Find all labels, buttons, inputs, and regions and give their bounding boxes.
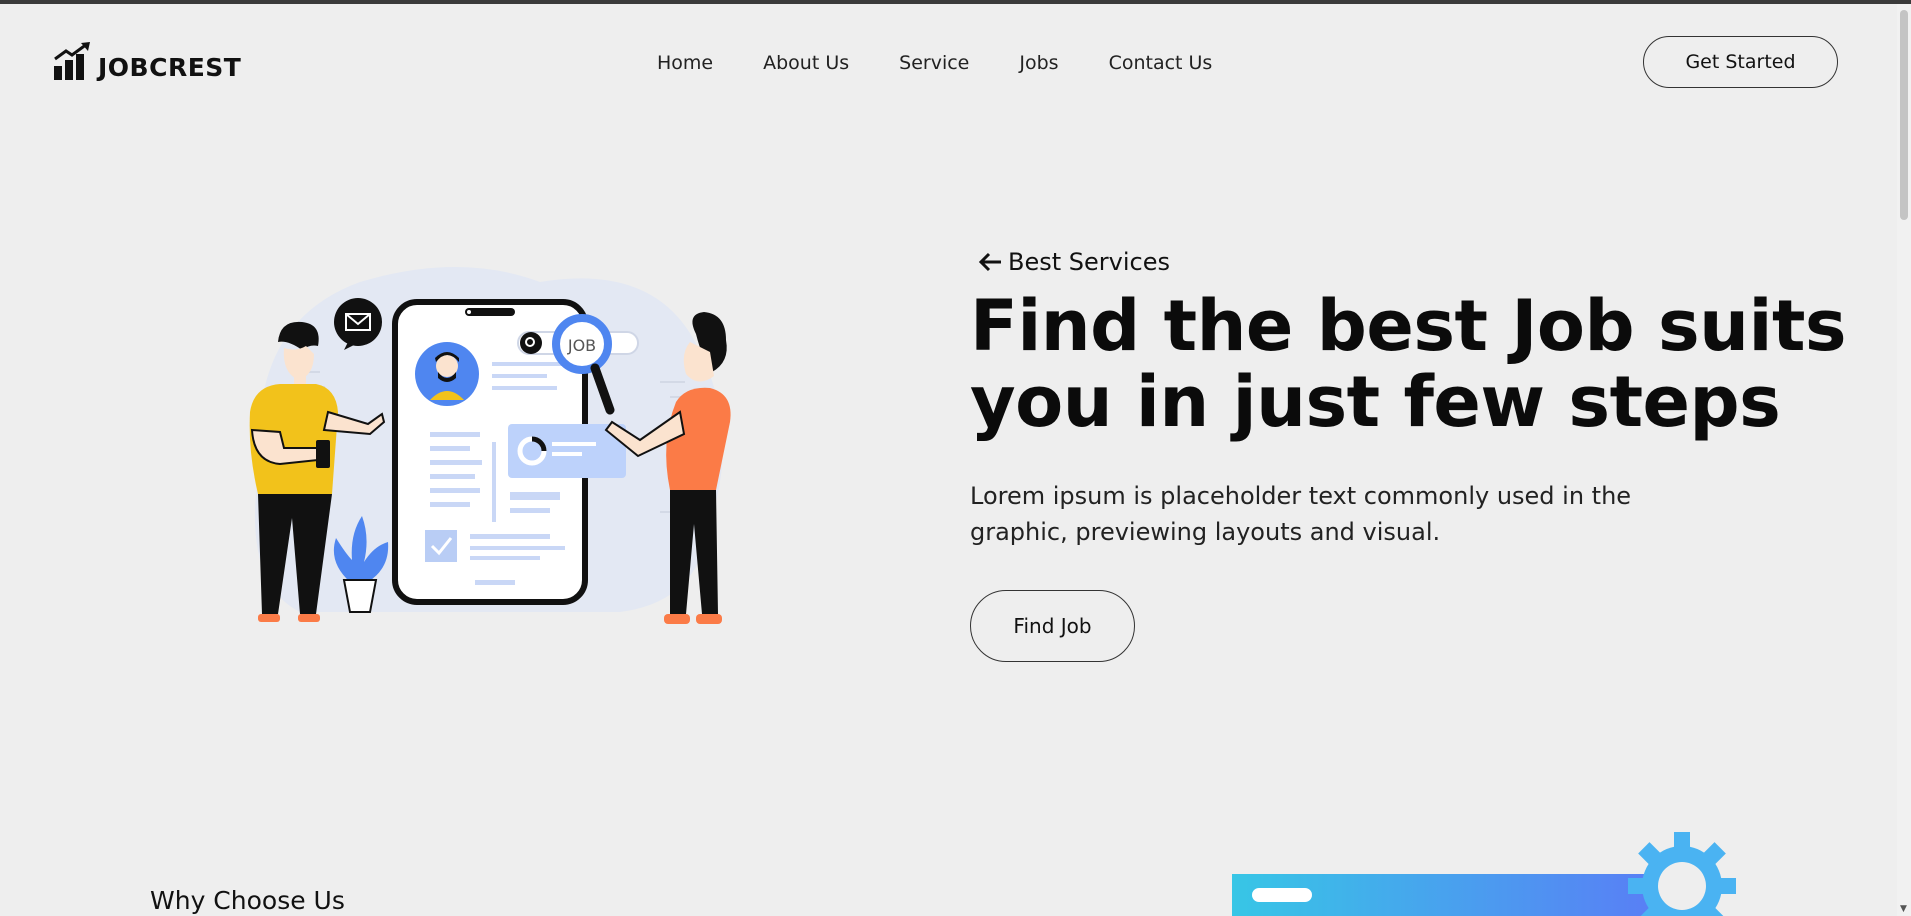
- bar-chart-growth-icon: [54, 42, 90, 80]
- tagline: Best Services: [978, 248, 1850, 276]
- hero-section: Best Services Find the best Job suits yo…: [970, 248, 1850, 662]
- site-header: JOBCREST Home About Us Service Jobs Cont…: [0, 4, 1897, 122]
- arrow-left-icon: [978, 252, 1001, 272]
- get-started-button[interactable]: Get Started: [1643, 36, 1838, 88]
- nav-home[interactable]: Home: [657, 52, 713, 74]
- job-search-illustration: JOB: [249, 267, 731, 624]
- page-scrollbar[interactable]: ▼: [1897, 4, 1911, 916]
- hero-illustration: JOB: [240, 262, 740, 642]
- nav-contact-us[interactable]: Contact Us: [1109, 52, 1213, 74]
- tagline-text: Best Services: [1008, 248, 1170, 276]
- settings-window-illustration: [1232, 832, 1736, 916]
- search-badge-text: JOB: [567, 336, 596, 355]
- nav-service[interactable]: Service: [899, 52, 969, 74]
- hero-description: Lorem ipsum is placeholder text commonly…: [970, 482, 1632, 546]
- brand-name: JOBCREST: [98, 53, 242, 82]
- find-job-button[interactable]: Find Job: [970, 590, 1135, 662]
- nav-about-us[interactable]: About Us: [763, 52, 849, 74]
- why-choose-us-heading: Why Choose Us: [150, 886, 345, 915]
- hero-title-line1: Find the best Job suits: [970, 285, 1847, 367]
- why-illustration: [1230, 832, 1750, 916]
- brand-logo[interactable]: JOBCREST: [54, 42, 241, 82]
- hero-title: Find the best Job suits you in just few …: [970, 288, 1850, 440]
- nav-jobs[interactable]: Jobs: [1019, 52, 1058, 74]
- hero-title-line2: you in just few steps: [970, 361, 1781, 443]
- scrollbar-thumb[interactable]: [1900, 10, 1908, 220]
- main-nav: Home About Us Service Jobs Contact Us: [657, 52, 1212, 74]
- scroll-down-arrow-icon[interactable]: ▼: [1900, 904, 1907, 914]
